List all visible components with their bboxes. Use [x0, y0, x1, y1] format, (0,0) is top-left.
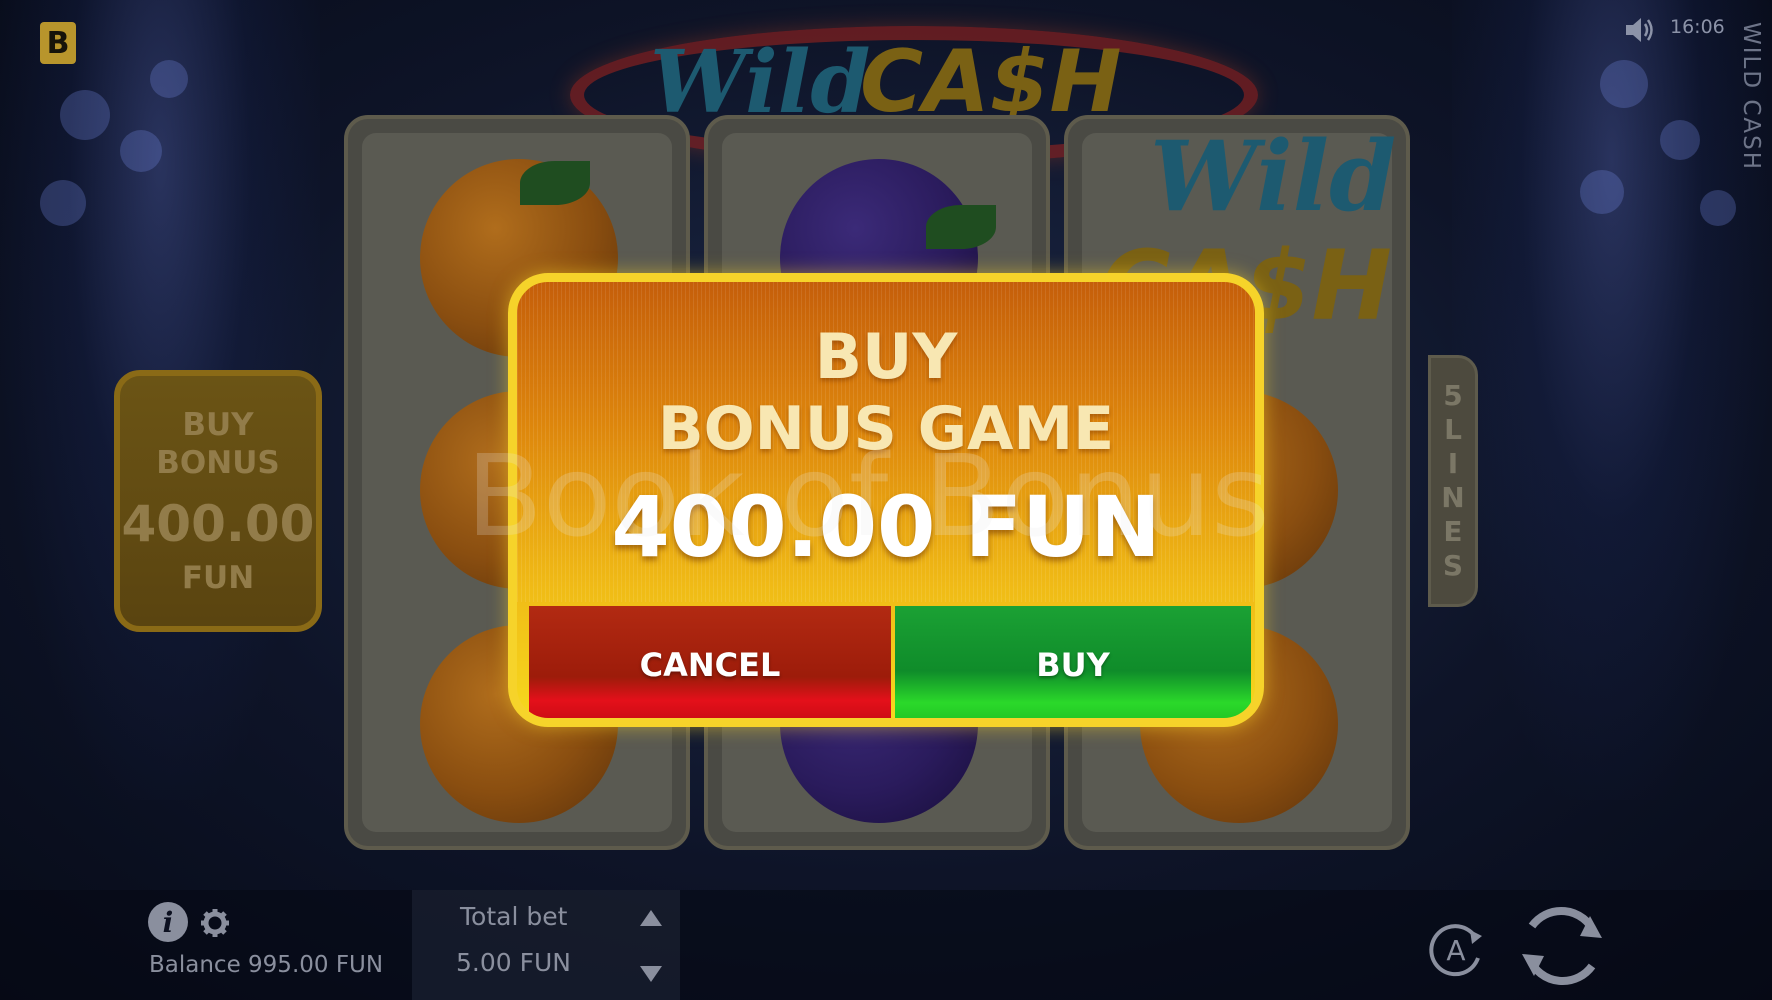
lines-char: E: [1443, 515, 1463, 548]
lines-char: 5: [1443, 379, 1463, 412]
bokeh-light: [150, 60, 188, 98]
speaker-icon[interactable]: [1624, 16, 1656, 44]
buy-button[interactable]: BUY: [895, 606, 1251, 718]
bet-decrease-arrow-icon[interactable]: [640, 966, 662, 982]
balance-display: Balance 995.00 FUN: [149, 952, 384, 978]
bokeh-light: [1700, 190, 1736, 226]
buy-bonus-button[interactable]: BUY BONUS 400.00 FUN: [114, 370, 322, 632]
bottom-bar: [0, 890, 1772, 1000]
stage-light-right: [1452, 0, 1772, 800]
lines-char: L: [1444, 413, 1462, 446]
buy-bonus-line-1: BUY: [182, 407, 254, 443]
watermark-text: Book of Bonus: [466, 432, 1270, 562]
bet-increase-arrow-icon[interactable]: [640, 910, 662, 926]
bokeh-light: [40, 180, 86, 226]
lines-char: S: [1442, 549, 1464, 582]
autoplay-icon[interactable]: A: [1424, 918, 1488, 982]
clock: 16:06: [1670, 16, 1725, 38]
bokeh-light: [120, 130, 162, 172]
lines-indicator: 5 L I N E S: [1428, 355, 1478, 607]
bokeh-light: [1660, 120, 1700, 160]
spin-icon[interactable]: [1514, 898, 1610, 994]
info-icon[interactable]: i: [148, 902, 188, 942]
lines-char: N: [1441, 481, 1465, 514]
bokeh-light: [1600, 60, 1648, 108]
bokeh-light: [60, 90, 110, 140]
leaf: [926, 205, 996, 249]
game-title-vertical: WILD CASH: [1738, 22, 1764, 172]
buy-bonus-line-2: BONUS: [156, 445, 280, 481]
cancel-button[interactable]: CANCEL: [529, 606, 891, 718]
lines-char: I: [1447, 447, 1459, 480]
brand-logo: B: [40, 22, 76, 64]
autoplay-letter: A: [1446, 934, 1465, 967]
buy-bonus-price: 400.00: [121, 495, 315, 553]
gear-icon[interactable]: [200, 908, 230, 938]
total-bet-label: Total bet: [460, 902, 568, 931]
leaf: [520, 161, 590, 205]
bokeh-light: [1580, 170, 1624, 214]
dialog-title-line-1: BUY: [814, 320, 958, 393]
total-bet-value: 5.00 FUN: [456, 948, 571, 977]
symbol-word-wild: Wild: [1150, 120, 1397, 233]
buy-bonus-unit: FUN: [181, 560, 255, 596]
